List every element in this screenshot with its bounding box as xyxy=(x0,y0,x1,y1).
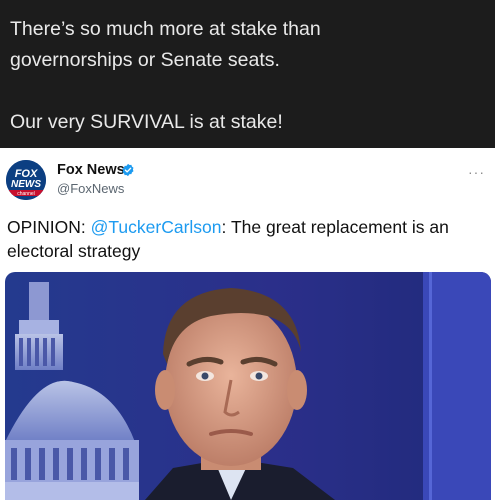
mention-link[interactable]: @TuckerCarlson xyxy=(91,217,222,237)
tweet-text-prefix: OPINION: xyxy=(7,217,91,237)
avatar-text: NEWS xyxy=(11,179,41,190)
verified-badge-icon xyxy=(122,163,134,177)
post-line: There’s so much more at stake than xyxy=(10,18,321,40)
author-name[interactable]: Fox News xyxy=(57,162,125,178)
tweet-text: OPINION: @TuckerCarlson: The great repla… xyxy=(7,215,491,263)
more-options-icon[interactable]: ··· xyxy=(468,164,485,180)
photo-illustration xyxy=(5,272,491,500)
avatar[interactable]: FOX NEWS channel xyxy=(6,160,46,200)
tweet-media-image[interactable] xyxy=(5,272,491,500)
author-handle[interactable]: @FoxNews xyxy=(57,181,124,196)
fox-news-logo-icon: FOX NEWS channel xyxy=(6,160,46,200)
avatar-text: channel xyxy=(17,191,35,197)
embedded-tweet[interactable]: FOX NEWS channel Fox News @FoxNews ··· O… xyxy=(0,148,495,500)
post-line: Our very SURVIVAL is at stake! xyxy=(10,111,283,133)
post-text: There’s so much more at stake than gover… xyxy=(10,14,480,138)
post-line: governorships or Senate seats. xyxy=(10,49,280,71)
